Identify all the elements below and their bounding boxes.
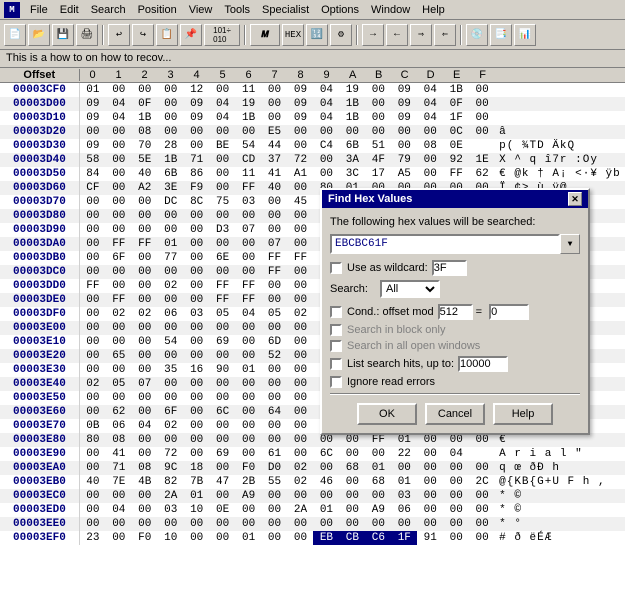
ignore-errors-row: Ignore read errors <box>330 376 580 388</box>
search-all-windows-checkbox[interactable] <box>330 340 342 352</box>
help-button[interactable]: Help <box>493 403 553 425</box>
sep1 <box>102 25 104 45</box>
arrow-right[interactable]: → <box>362 24 384 46</box>
status-text: This is a how to on how to recov... <box>6 52 171 64</box>
menu-help[interactable]: Help <box>416 3 451 17</box>
arrow2[interactable]: ⇒ <box>410 24 432 46</box>
menu-bar: M File Edit Search Position View Tools S… <box>0 0 625 20</box>
menu-options[interactable]: Options <box>315 3 365 17</box>
dialog-buttons: OK Cancel Help <box>330 403 580 425</box>
search-all-windows-label: Search in all open windows <box>347 340 480 352</box>
wildcard-checkbox[interactable] <box>330 262 342 274</box>
status-bar: This is a how to on how to recov... <box>0 50 625 68</box>
search-block-label: Search in block only <box>347 324 445 336</box>
menu-file[interactable]: File <box>24 3 54 17</box>
hex-editor: Offset 0 1 2 3 4 5 6 7 8 9 A B C D E F 0… <box>0 68 625 600</box>
copy-btn[interactable]: 📋 <box>156 24 178 46</box>
find-btn[interactable]: 𝑴 <box>250 24 280 46</box>
tool4[interactable]: ⚙ <box>330 24 352 46</box>
misc-btn[interactable]: 📊 <box>514 24 536 46</box>
new-btn[interactable]: 📄 <box>4 24 26 46</box>
undo-btn[interactable]: ↩ <box>108 24 130 46</box>
dialog-body: The following hex values will be searche… <box>322 208 588 433</box>
menu-position[interactable]: Position <box>132 3 183 17</box>
toolbar: 📄 📂 💾 🖨 ↩ ↪ 📋 📌 101÷010 𝑴 HEX 🔢 ⚙ → ← ⇒ … <box>0 20 625 50</box>
menu-window[interactable]: Window <box>365 3 416 17</box>
list-hits-input[interactable] <box>458 356 508 372</box>
save-btn[interactable]: 💾 <box>52 24 74 46</box>
equals-sign: = <box>476 306 482 318</box>
cancel-button[interactable]: Cancel <box>425 403 485 425</box>
app-icon: M <box>4 2 20 18</box>
menu-specialist[interactable]: Specialist <box>256 3 315 17</box>
cond-row: Cond.: offset mod = <box>330 304 580 320</box>
calc-btn[interactable]: 🔢 <box>306 24 328 46</box>
search-value-input[interactable] <box>330 234 560 254</box>
sep2 <box>244 25 246 45</box>
menu-search[interactable]: Search <box>85 3 132 17</box>
dialog-close-button[interactable]: ✕ <box>568 192 582 206</box>
dialog-titlebar: Find Hex Values ✕ <box>322 190 588 208</box>
ignore-errors-checkbox[interactable] <box>330 376 342 388</box>
list-hits-label: List search hits, up to: <box>347 358 454 370</box>
redo-btn[interactable]: ↪ <box>132 24 154 46</box>
menu-tools[interactable]: Tools <box>218 3 256 17</box>
cond-result-input[interactable] <box>489 304 529 320</box>
cond-mod-input[interactable] <box>438 304 473 320</box>
wildcard-input[interactable] <box>432 260 467 276</box>
cond-label: Cond.: offset mod <box>347 306 434 318</box>
wildcard-label: Use as wildcard: <box>347 262 428 274</box>
wildcard-row: Use as wildcard: <box>330 260 580 276</box>
find-dialog: Find Hex Values ✕ The following hex valu… <box>320 188 590 435</box>
dialog-divider <box>330 393 580 395</box>
menu-edit[interactable]: Edit <box>54 3 85 17</box>
size-indicator: 101÷010 <box>204 24 240 46</box>
copy2-btn[interactable]: 📑 <box>490 24 512 46</box>
sep3 <box>356 25 358 45</box>
search-select[interactable]: All Forward Backward <box>380 280 440 298</box>
ignore-errors-label: Ignore read errors <box>347 376 435 388</box>
arrow3[interactable]: ⇐ <box>434 24 456 46</box>
search-all-windows-row: Search in all open windows <box>330 340 580 352</box>
dialog-overlay: Find Hex Values ✕ The following hex valu… <box>0 68 625 600</box>
dialog-title: Find Hex Values <box>328 193 412 205</box>
search-all-row: Search: All Forward Backward <box>330 280 580 298</box>
search-value-dropdown[interactable]: ▼ <box>560 234 580 254</box>
open-btn[interactable]: 📂 <box>28 24 50 46</box>
search-value-row: ▼ <box>330 234 580 254</box>
cond-checkbox[interactable] <box>330 306 342 318</box>
arrow-left[interactable]: ← <box>386 24 408 46</box>
list-hits-row: List search hits, up to: <box>330 356 580 372</box>
hex-btn[interactable]: HEX <box>282 24 304 46</box>
disk-btn[interactable]: 💿 <box>466 24 488 46</box>
paste-btn[interactable]: 📌 <box>180 24 202 46</box>
menu-view[interactable]: View <box>183 3 219 17</box>
search-block-checkbox[interactable] <box>330 324 342 336</box>
ok-button[interactable]: OK <box>357 403 417 425</box>
list-hits-checkbox[interactable] <box>330 358 342 370</box>
sep4 <box>460 25 462 45</box>
print-btn[interactable]: 🖨 <box>76 24 98 46</box>
dialog-description: The following hex values will be searche… <box>330 216 580 228</box>
search-label: Search: <box>330 283 380 295</box>
search-block-row: Search in block only <box>330 324 580 336</box>
